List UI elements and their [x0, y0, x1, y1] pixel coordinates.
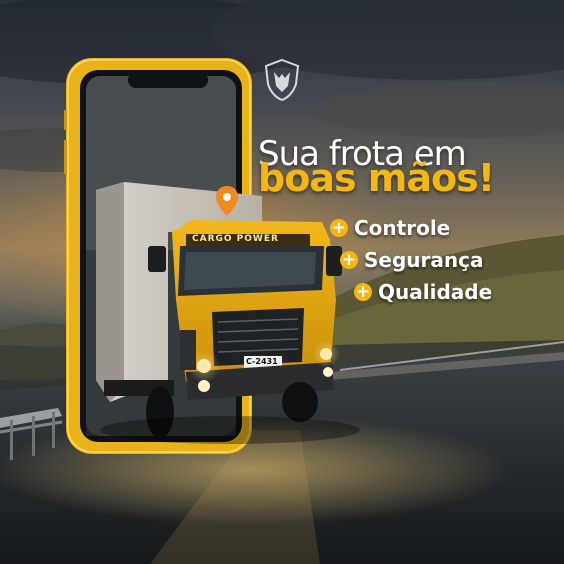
feature-label: Qualidade — [378, 280, 493, 304]
truck-brand-text: CARGO POWER — [192, 234, 279, 244]
plus-icon: + — [354, 282, 372, 302]
plus-icon: + — [340, 250, 358, 270]
phone-notch — [128, 72, 208, 88]
feature-label: Segurança — [364, 248, 484, 272]
wolf-logo-icon — [264, 58, 300, 102]
feature-seguranca: + Segurança — [340, 248, 483, 272]
license-plate-text: C-2431 — [246, 357, 278, 366]
location-pin-icon — [216, 186, 238, 216]
feature-label: Controle — [354, 216, 451, 240]
feature-qualidade: + Qualidade — [354, 280, 492, 304]
ad-banner: CARGO POWER C-2431 Sua frota em boas mão… — [0, 0, 564, 564]
headline-line-2: boas mãos! — [258, 156, 495, 200]
plus-icon: + — [330, 218, 348, 238]
feature-controle: + Controle — [330, 216, 450, 240]
